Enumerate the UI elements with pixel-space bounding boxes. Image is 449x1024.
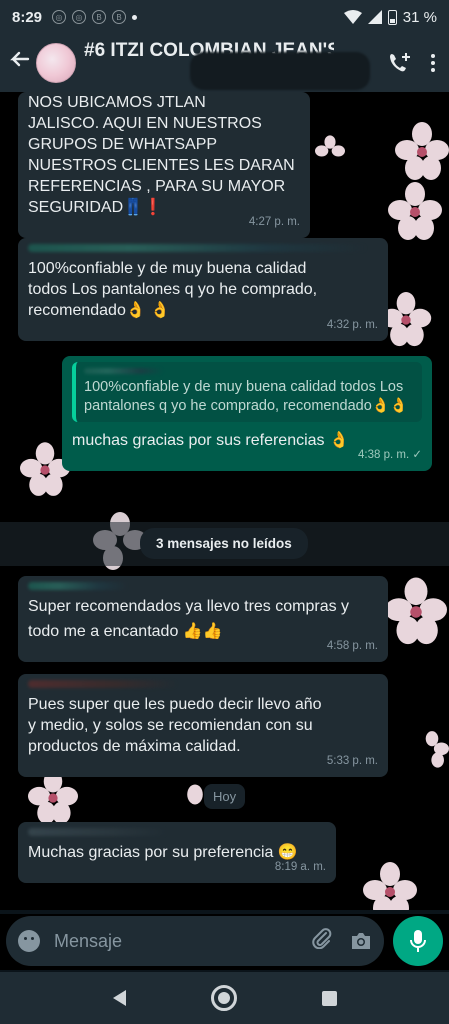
business-icon: B	[92, 10, 107, 24]
flower-decoration	[388, 182, 442, 240]
group-avatar[interactable]	[36, 43, 76, 83]
message-text: REFERENCIAS , PARA SU MAYOR	[28, 178, 286, 195]
emoji-icon[interactable]	[18, 930, 40, 952]
message-text: todos Los pantalones q yo he comprado,	[28, 281, 318, 298]
sender-name-redacted	[28, 582, 128, 590]
composer-row	[0, 914, 449, 970]
sender-name-redacted	[28, 828, 168, 836]
message-bubble-incoming[interactable]: NOS UBICAMOS JTLAN JALISCO. AQUI EN NUES…	[18, 92, 310, 238]
sender-name-redacted	[28, 244, 368, 252]
message-text: Pues super que les puedo decir llevo año	[28, 696, 322, 713]
message-bubble-incoming[interactable]: 100%confiable y de muy buena calidad tod…	[18, 238, 388, 341]
message-time: 4:58 p. m.	[326, 640, 378, 652]
nav-home-icon[interactable]	[210, 985, 237, 1011]
message-bubble-outgoing[interactable]: 100%confiable y de muy buena calidad tod…	[62, 356, 432, 471]
more-options-icon[interactable]	[431, 54, 437, 72]
message-time: 4:32 p. m.	[326, 319, 378, 331]
quoted-sender-redacted	[84, 368, 164, 374]
chat-area[interactable]: NOS UBICAMOS JTLAN JALISCO. AQUI EN NUES…	[0, 92, 449, 910]
status-time: 8:29	[12, 8, 43, 26]
status-bar: 8:29 ◎ ◎ B B 31 %	[0, 0, 449, 34]
message-bubble-incoming[interactable]: Muchas gracias por su preferencia 😁 8:19…	[18, 822, 336, 883]
flower-decoration	[315, 135, 345, 157]
date-divider: Hoy	[204, 784, 246, 809]
message-text: GRUPOS DE WHATSAPP	[28, 136, 218, 153]
system-nav-bar	[0, 972, 449, 1024]
message-time: 4:27 p. m.	[248, 216, 300, 228]
nav-back-icon[interactable]	[112, 990, 126, 1006]
more-notifications-icon	[132, 14, 138, 20]
message-input[interactable]	[54, 930, 284, 952]
message-text: todo me a encantado 👍👍	[28, 623, 223, 640]
flower-decoration	[425, 731, 449, 768]
sender-name-redacted	[28, 680, 178, 688]
message-time: 4:38 p. m. ✓	[358, 449, 422, 461]
flower-decoration	[395, 122, 449, 180]
signal-icon	[367, 10, 382, 24]
message-text: JALISCO. AQUI EN NUESTROS	[28, 115, 262, 132]
redaction-overlay	[190, 52, 370, 90]
notification-icon: ◎	[72, 10, 87, 24]
flower-decoration	[363, 862, 417, 910]
wifi-icon	[343, 10, 362, 24]
message-text: 100%confiable y de muy buena calidad	[28, 260, 307, 277]
camera-icon[interactable]	[350, 932, 372, 950]
message-text: NUESTROS CLIENTES LES DARAN	[28, 157, 295, 174]
quoted-message[interactable]: 100%confiable y de muy buena calidad tod…	[72, 362, 422, 422]
flower-decoration	[28, 770, 78, 824]
message-text: recomendado👌 👌	[28, 302, 171, 319]
paperclip-icon[interactable]	[312, 927, 332, 955]
message-time: 8:19 a. m.	[274, 861, 326, 873]
message-bubble-incoming[interactable]: Super recomendados ya llevo tres compras…	[18, 576, 388, 662]
message-text: NOS UBICAMOS JTLAN	[28, 94, 206, 111]
nav-recents-icon[interactable]	[321, 990, 337, 1006]
back-arrow-icon[interactable]	[8, 49, 32, 78]
microphone-icon	[410, 930, 426, 952]
unread-messages-label: 3 mensajes no leídos	[140, 528, 308, 559]
notification-icon: ◎	[52, 10, 67, 24]
microphone-button[interactable]	[393, 916, 443, 966]
add-call-icon[interactable]	[387, 50, 413, 76]
message-text: Super recomendados ya llevo tres compras…	[28, 598, 350, 615]
message-bubble-incoming[interactable]: Pues super que les puedo decir llevo año…	[18, 674, 388, 777]
message-text: y medio, y solos se recomiendan con su	[28, 717, 313, 734]
business-icon: B	[112, 10, 127, 24]
flower-decoration	[385, 577, 447, 645]
quoted-text: 100%confiable y de muy buena calidad tod…	[84, 379, 408, 414]
message-time: 5:33 p. m.	[326, 755, 378, 767]
composer[interactable]	[6, 916, 384, 966]
battery-percent: 31 %	[402, 8, 437, 26]
battery-icon	[387, 9, 397, 25]
message-text: productos de máxima calidad.	[28, 738, 241, 755]
